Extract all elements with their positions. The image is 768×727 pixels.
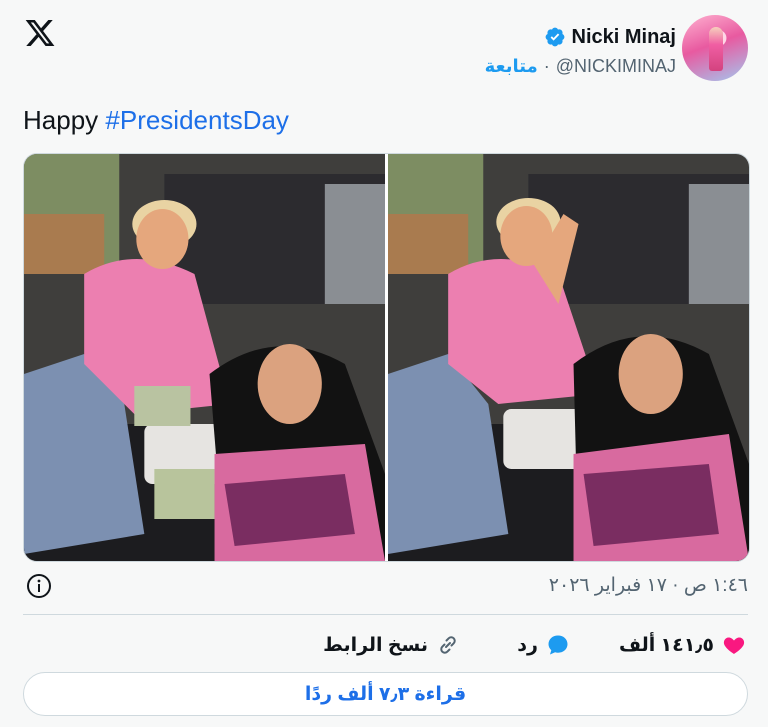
link-icon — [440, 636, 456, 654]
reply-label: رد — [517, 634, 538, 656]
like-count: ١٤١٫٥ ألف — [618, 634, 714, 656]
avatar[interactable] — [682, 15, 748, 81]
hashtag-link[interactable]: #PresidentsDay — [105, 105, 289, 135]
media-grid — [23, 153, 750, 562]
like-button[interactable]: ١٤١٫٥ ألف — [619, 628, 746, 662]
follow-button[interactable]: متابعة — [485, 56, 538, 77]
author-handle[interactable]: @NICKIMINAJ — [556, 56, 676, 77]
copy-link-button[interactable]: نسخ الرابط — [323, 628, 460, 662]
divider — [23, 614, 748, 615]
photo-2[interactable] — [388, 154, 749, 561]
post-embed: Nicki Minaj متابعة · @NICKIMINAJ Happy #… — [0, 0, 768, 727]
heart-icon — [723, 637, 745, 654]
author-name-row[interactable]: Nicki Minaj — [544, 23, 676, 51]
read-replies-button[interactable]: قراءة ٧٫٣ ألف ردًا — [23, 672, 748, 716]
post-timestamp[interactable]: ١:٤٦ ص · ١٧ فبراير ٢٠٢٦ — [549, 574, 748, 597]
x-logo-icon[interactable] — [24, 17, 56, 49]
reply-bubble-icon — [548, 635, 568, 655]
info-icon[interactable] — [26, 573, 52, 599]
photo-1[interactable] — [24, 154, 385, 561]
separator-dot: · — [543, 55, 550, 76]
display-name[interactable]: Nicki Minaj — [572, 26, 676, 49]
post-text-plain: Happy — [23, 105, 106, 135]
verified-badge-icon — [545, 27, 564, 47]
action-bar: ١٤١٫٥ ألف رد نسخ الرابط — [23, 628, 748, 662]
avatar-figure — [709, 27, 723, 71]
post-text: Happy #PresidentsDay — [23, 103, 289, 137]
reply-button[interactable]: رد — [517, 628, 570, 662]
copy-link-label: نسخ الرابط — [323, 634, 428, 656]
author-handle-row: متابعة · @NICKIMINAJ — [485, 54, 676, 78]
